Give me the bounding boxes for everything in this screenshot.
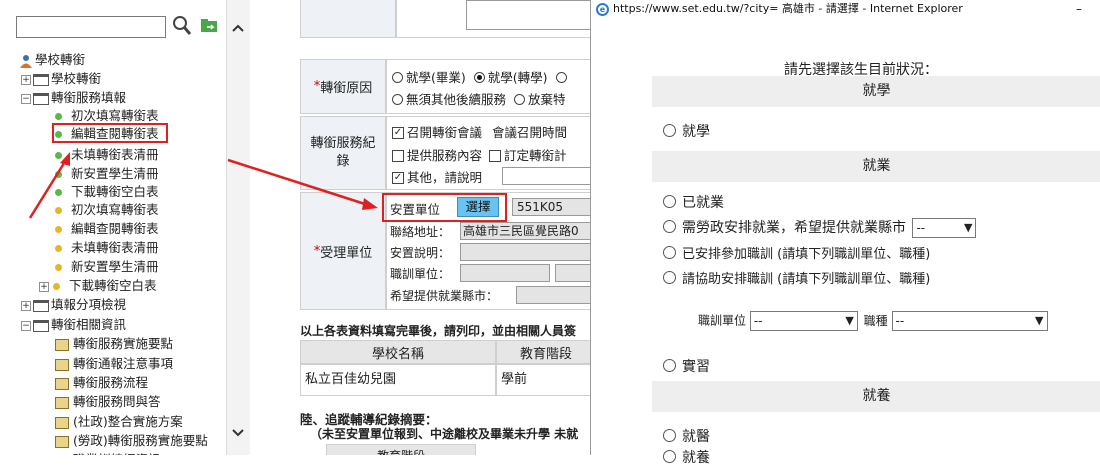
chevron-down-icon: ▼ bbox=[1035, 314, 1044, 327]
option-medical[interactable]: 就醫 bbox=[663, 426, 710, 446]
option-employed[interactable]: 已就業 bbox=[663, 192, 724, 212]
ie-logo-icon: e bbox=[596, 3, 609, 16]
popup-window: e https://www.set.edu.tw/?city= 高雄市 - 請選… bbox=[590, 0, 1100, 466]
popup-titlebar: e https://www.set.edu.tw/?city= 高雄市 - 請選… bbox=[591, 0, 1100, 20]
option-intern[interactable]: 實習 bbox=[663, 356, 710, 376]
training-unit-select[interactable]: -- ▼ bbox=[749, 311, 858, 331]
radio-medical[interactable] bbox=[663, 428, 676, 442]
job-county-select[interactable]: -- ▼ bbox=[912, 218, 977, 238]
section-study-header: 就學 bbox=[652, 76, 1100, 107]
annotation-arrows bbox=[28, 152, 378, 219]
option-care[interactable]: 就養 bbox=[663, 447, 710, 467]
radio-employed[interactable] bbox=[663, 194, 676, 208]
minimize-button[interactable]: – bbox=[1076, 0, 1096, 18]
radio-request-training[interactable] bbox=[663, 271, 676, 284]
radio-care[interactable] bbox=[663, 449, 676, 463]
section-care-header: 就養 bbox=[652, 381, 1100, 412]
radio-intern[interactable] bbox=[663, 358, 676, 372]
chevron-down-icon: ▼ bbox=[963, 221, 973, 234]
popup-title-text: https://www.set.edu.tw/?city= 高雄市 - 請選擇 … bbox=[613, 2, 963, 15]
option-training-arranged[interactable]: 已安排參加職訓 (請填下列職訓單位、職種) bbox=[663, 243, 930, 262]
training-row: 職訓單位 -- ▼ 職種 -- ▼ bbox=[698, 311, 1048, 331]
option-need-job[interactable]: 需勞政安排就業，希望提供就業縣市 -- ▼ bbox=[663, 217, 977, 238]
radio-need-job[interactable] bbox=[663, 219, 676, 233]
job-type-select[interactable]: -- ▼ bbox=[891, 311, 1048, 331]
chevron-down-icon: ▼ bbox=[845, 314, 854, 327]
option-study[interactable]: 就學 bbox=[663, 121, 710, 141]
radio-training-arranged[interactable] bbox=[663, 246, 676, 259]
option-request-training[interactable]: 請協助安排職訓 (請填下列職訓單位、職種) bbox=[663, 268, 930, 287]
section-employ-header: 就業 bbox=[652, 151, 1100, 182]
radio-study[interactable] bbox=[663, 123, 676, 137]
